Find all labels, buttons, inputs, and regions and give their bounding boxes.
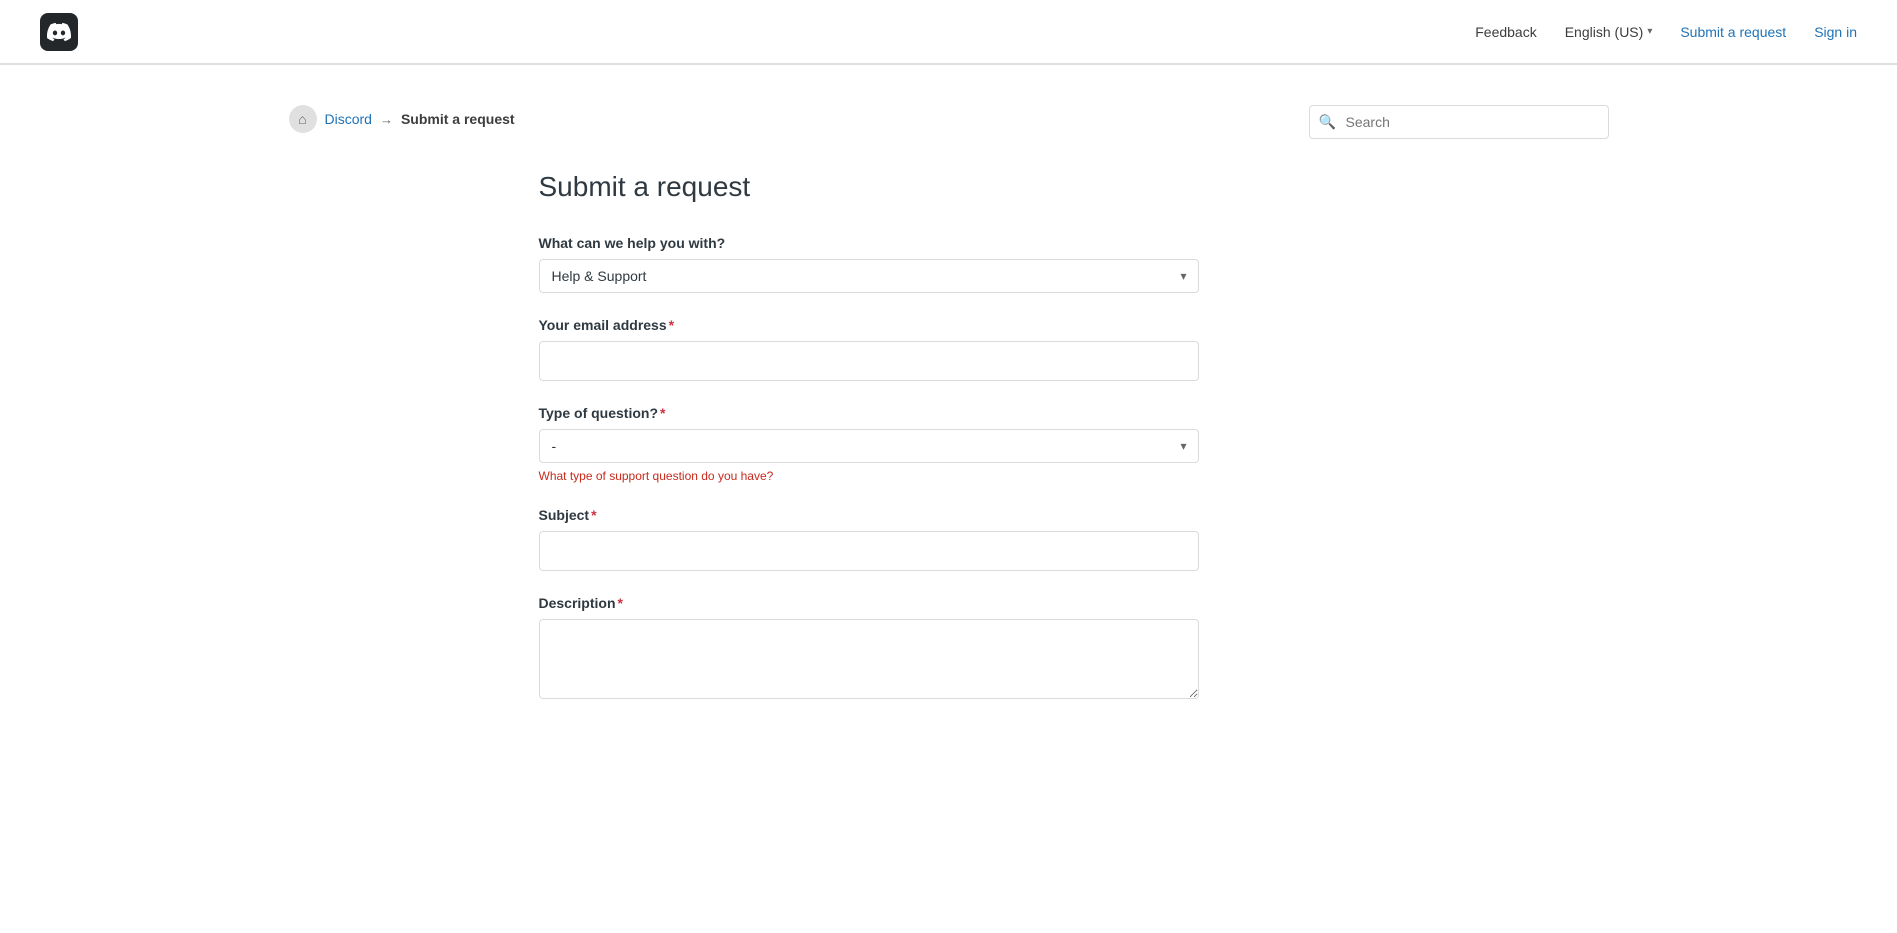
breadcrumb-current-page: Submit a request <box>401 111 515 127</box>
language-selector[interactable]: English (US) ▾ <box>1565 24 1653 40</box>
breadcrumb-arrow-icon: → <box>380 112 393 127</box>
header-nav: Feedback English (US) ▾ Submit a request… <box>1475 24 1857 40</box>
type-of-question-group: Type of question?* - ▾ What type of supp… <box>539 405 1359 483</box>
type-of-question-label: Type of question?* <box>539 405 1359 421</box>
subject-group: Subject* <box>539 507 1359 571</box>
header-divider <box>0 64 1897 65</box>
submit-request-link[interactable]: Submit a request <box>1680 24 1786 40</box>
type-of-question-select[interactable]: - <box>539 429 1199 463</box>
description-required-marker: * <box>618 595 623 611</box>
description-group: Description* <box>539 595 1359 702</box>
subject-required-marker: * <box>591 507 596 523</box>
help-with-group: What can we help you with? Help & Suppor… <box>539 235 1359 293</box>
email-label: Your email address* <box>539 317 1359 333</box>
help-with-select-wrapper: Help & Support Trust & Safety Billing ▾ <box>539 259 1199 293</box>
email-group: Your email address* <box>539 317 1359 381</box>
home-icon[interactable]: ⌂ <box>289 105 317 133</box>
type-of-question-required-marker: * <box>660 405 665 421</box>
type-of-question-hint: What type of support question do you hav… <box>539 469 1359 483</box>
description-label: Description* <box>539 595 1359 611</box>
search-input[interactable] <box>1309 105 1609 139</box>
discord-logo-icon <box>40 13 78 51</box>
email-input[interactable] <box>539 341 1199 381</box>
subject-label: Subject* <box>539 507 1359 523</box>
logo[interactable] <box>40 13 78 51</box>
page-title: Submit a request <box>539 171 1359 203</box>
help-with-select[interactable]: Help & Support Trust & Safety Billing <box>539 259 1199 293</box>
language-label: English (US) <box>1565 24 1644 40</box>
email-required-marker: * <box>669 317 674 333</box>
subject-input[interactable] <box>539 531 1199 571</box>
breadcrumb-discord-link[interactable]: Discord <box>325 111 372 127</box>
search-container: 🔍 <box>1309 105 1609 139</box>
breadcrumb: ⌂ Discord → Submit a request <box>289 105 515 133</box>
help-with-label: What can we help you with? <box>539 235 1359 251</box>
header: Feedback English (US) ▾ Submit a request… <box>0 0 1897 64</box>
type-of-question-select-wrapper: - ▾ <box>539 429 1199 463</box>
feedback-link[interactable]: Feedback <box>1475 24 1536 40</box>
main-content: Submit a request What can we help you wi… <box>499 139 1399 786</box>
description-textarea[interactable] <box>539 619 1199 699</box>
top-section: ⌂ Discord → Submit a request 🔍 <box>249 81 1649 139</box>
sign-in-link[interactable]: Sign in <box>1814 24 1857 40</box>
language-chevron-icon: ▾ <box>1647 26 1652 37</box>
home-glyph: ⌂ <box>298 111 306 127</box>
